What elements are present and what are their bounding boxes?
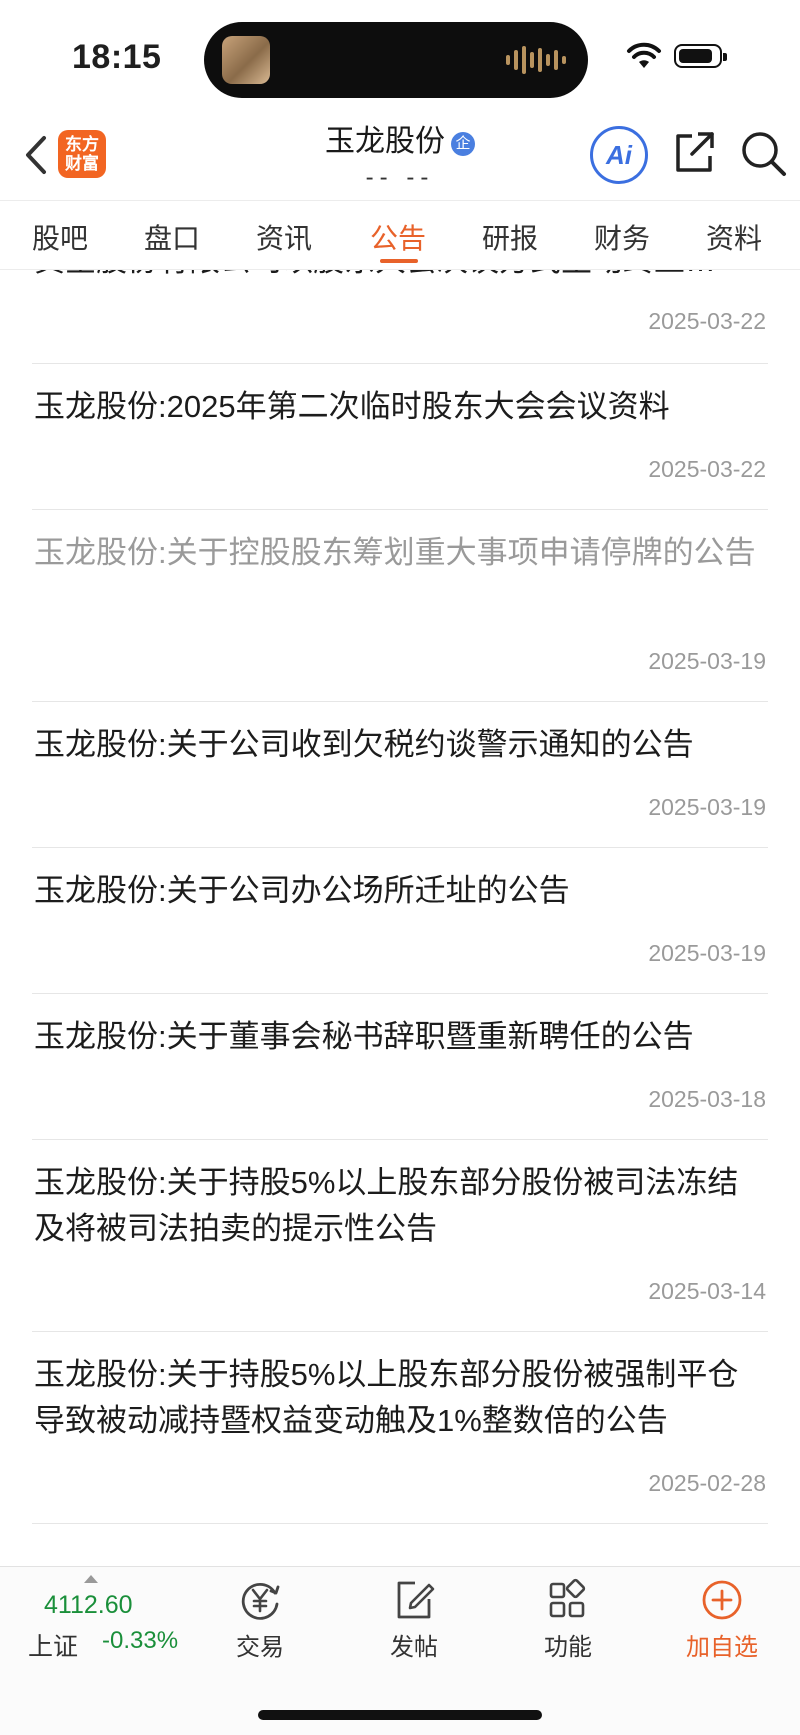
tab-finance[interactable]: 财务	[594, 217, 650, 257]
announcement-date: 2025-03-14	[648, 1278, 766, 1304]
home-indicator[interactable]	[258, 1710, 542, 1720]
add-watchlist-button[interactable]: 加自选	[662, 1577, 782, 1662]
status-time: 18:15	[72, 38, 162, 76]
add-circle-icon	[702, 1580, 742, 1620]
list-item[interactable]: 玉龙股份:关于持股5%以上股东部分股份被强制平仓导致被动减持暨权益变动触及1%整…	[32, 1332, 768, 1524]
stock-header: 东方 财富 玉龙股份企 -- -- Ai	[0, 108, 800, 200]
announcement-date: 2025-03-19	[648, 648, 766, 674]
trade-label: 交易	[236, 1634, 284, 1661]
announcement-title: 玉龙股份:关于持股5%以上股东部分股份被司法冻结及将被司法拍卖的提示性公告	[34, 1165, 739, 1246]
list-item[interactable]: 玉龙股份:关于公司收到欠税约谈警示通知的公告 2025-03-19	[32, 702, 768, 848]
functions-button[interactable]: 功能	[508, 1577, 628, 1662]
list-item[interactable]: 玉龙股份:2025年第二次临时股东大会会议资料 2025-03-22	[32, 364, 768, 510]
trade-button[interactable]: 交易	[200, 1577, 320, 1662]
add-watchlist-label: 加自选	[686, 1634, 758, 1661]
announcement-title: 玉龙股份:关于持股5%以上股东部分股份被强制平仓导致被动减持暨权益变动触及1%整…	[34, 1357, 739, 1438]
grid-apps-icon	[549, 1578, 586, 1618]
tab-guba[interactable]: 股吧	[32, 217, 88, 257]
wifi-icon	[627, 42, 661, 68]
stock-name: 玉龙股份	[325, 125, 445, 158]
announcement-title: 玉龙股份:关于董事会秘书辞职暨重新聘任的公告	[34, 1019, 694, 1054]
list-item[interactable]: 玉龙股份:关于公司办公场所迁址的公告 2025-03-19	[32, 848, 768, 994]
tab-pankou[interactable]: 盘口	[144, 217, 200, 257]
active-tab-indicator	[380, 259, 418, 263]
trade-yen-icon	[241, 1582, 280, 1620]
index-change: -0.33%	[102, 1627, 179, 1654]
announcement-title: 玉龙股份:关于公司收到欠税约谈警示通知的公告	[34, 727, 694, 762]
search-icon[interactable]	[740, 130, 788, 178]
announcement-title: 玉龙股份:关于控股股东筹划重大事项申请停牌的公告	[34, 535, 756, 570]
announcement-date: 2025-03-22	[648, 456, 766, 482]
index-name: 上证	[28, 1633, 79, 1661]
post-label: 发帖	[390, 1634, 438, 1661]
tab-research[interactable]: 研报	[482, 217, 538, 257]
enterprise-badge: 企	[451, 132, 475, 156]
battery-icon	[674, 44, 727, 68]
announcement-date: 2025-03-22	[648, 308, 766, 334]
audio-waveform-icon	[506, 44, 566, 76]
announcement-list: 黄金股份有限公司以股东大会决议方式主动终止… 2025-03-22 玉龙股份:2…	[0, 270, 800, 1566]
functions-label: 功能	[544, 1634, 592, 1661]
index-value: 4112.60	[44, 1591, 133, 1619]
announcement-title: 黄金股份有限公司以股东大会决议方式主动终止…	[34, 270, 768, 284]
compose-icon	[397, 1581, 435, 1619]
share-icon[interactable]	[672, 130, 716, 176]
now-playing-artwork	[222, 36, 270, 84]
post-button[interactable]: 发帖	[354, 1577, 474, 1662]
announcement-date: 2025-03-19	[648, 940, 766, 966]
tab-profile[interactable]: 资料	[706, 217, 762, 257]
announcement-date: 2025-03-18	[648, 1086, 766, 1112]
tab-news[interactable]: 资讯	[256, 217, 312, 257]
announcement-date: 2025-02-28	[648, 1470, 766, 1496]
announcement-title: 玉龙股份:2025年第二次临时股东大会会议资料	[34, 389, 670, 424]
list-item[interactable]: 玉龙股份:关于董事会秘书辞职暨重新聘任的公告 2025-03-18	[32, 994, 768, 1140]
expand-up-icon	[84, 1575, 98, 1583]
announcement-title: 玉龙股份:关于公司办公场所迁址的公告	[34, 873, 570, 908]
status-bar: 18:15	[0, 0, 800, 108]
list-item[interactable]: 玉龙股份:关于控股股东筹划重大事项申请停牌的公告 2025-03-19	[32, 510, 768, 702]
list-item[interactable]: 黄金股份有限公司以股东大会决议方式主动终止… 2025-03-22	[32, 270, 768, 364]
tab-bar: 股吧 盘口 资讯 公告 研报 财务 资料	[0, 200, 800, 270]
tab-announcements[interactable]: 公告	[370, 217, 426, 257]
dynamic-island[interactable]	[204, 22, 588, 98]
announcement-date: 2025-03-19	[648, 794, 766, 820]
ai-button[interactable]: Ai	[590, 126, 648, 184]
list-item[interactable]: 玉龙股份:关于持股5%以上股东部分股份被司法冻结及将被司法拍卖的提示性公告 20…	[32, 1140, 768, 1332]
